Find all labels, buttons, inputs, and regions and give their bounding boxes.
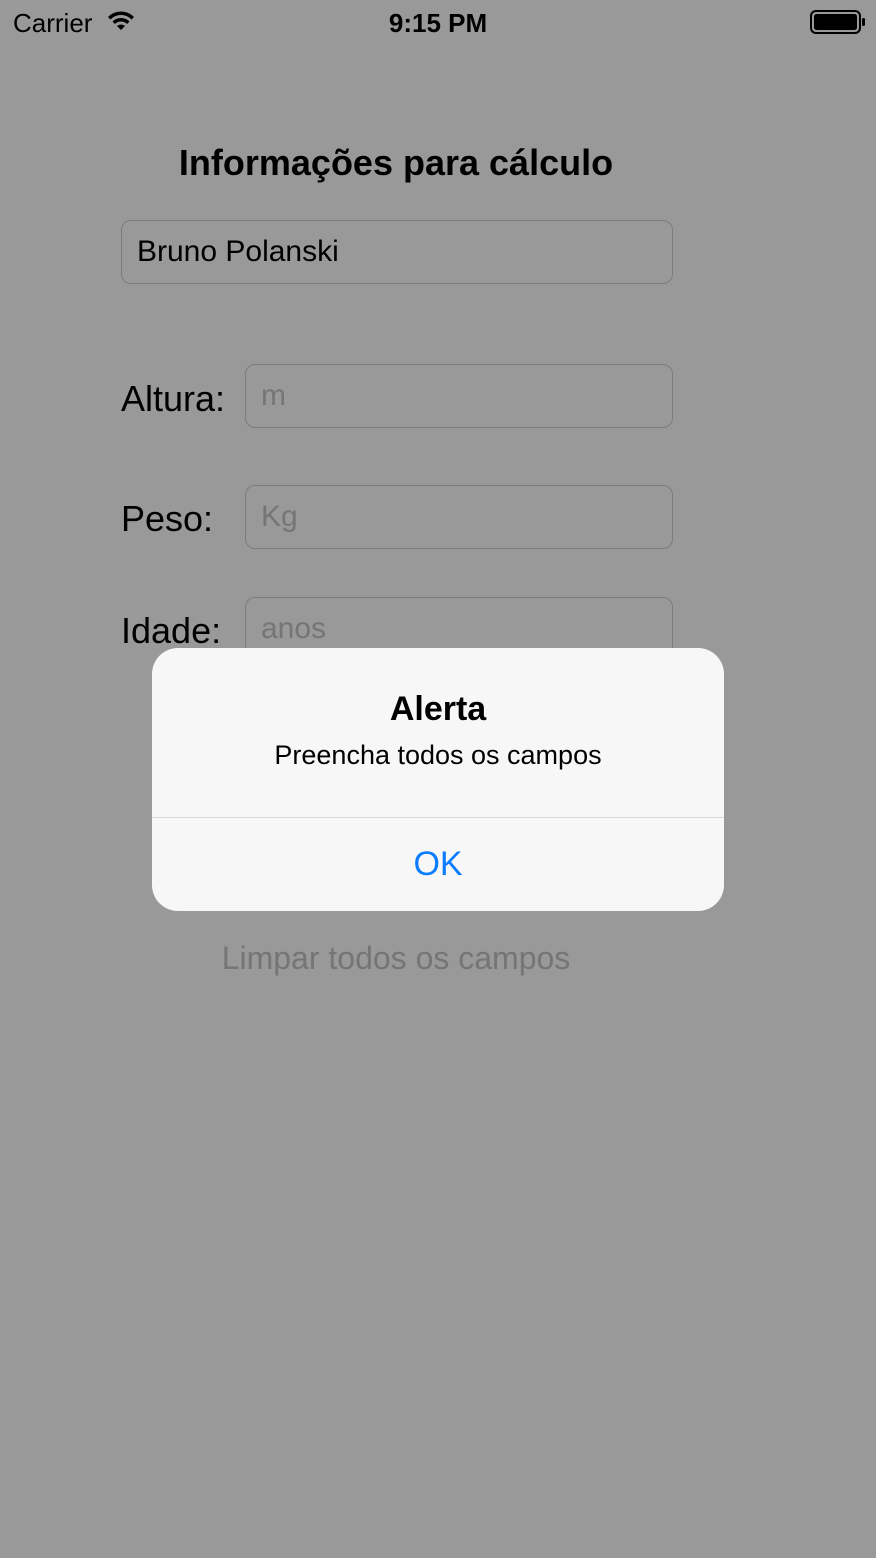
alert-title: Alerta (389, 690, 487, 728)
alert-message: Preencha todos os campos (274, 740, 602, 770)
alert-ok-button[interactable]: OK (152, 818, 724, 911)
alert-dialog: OK (152, 648, 724, 911)
